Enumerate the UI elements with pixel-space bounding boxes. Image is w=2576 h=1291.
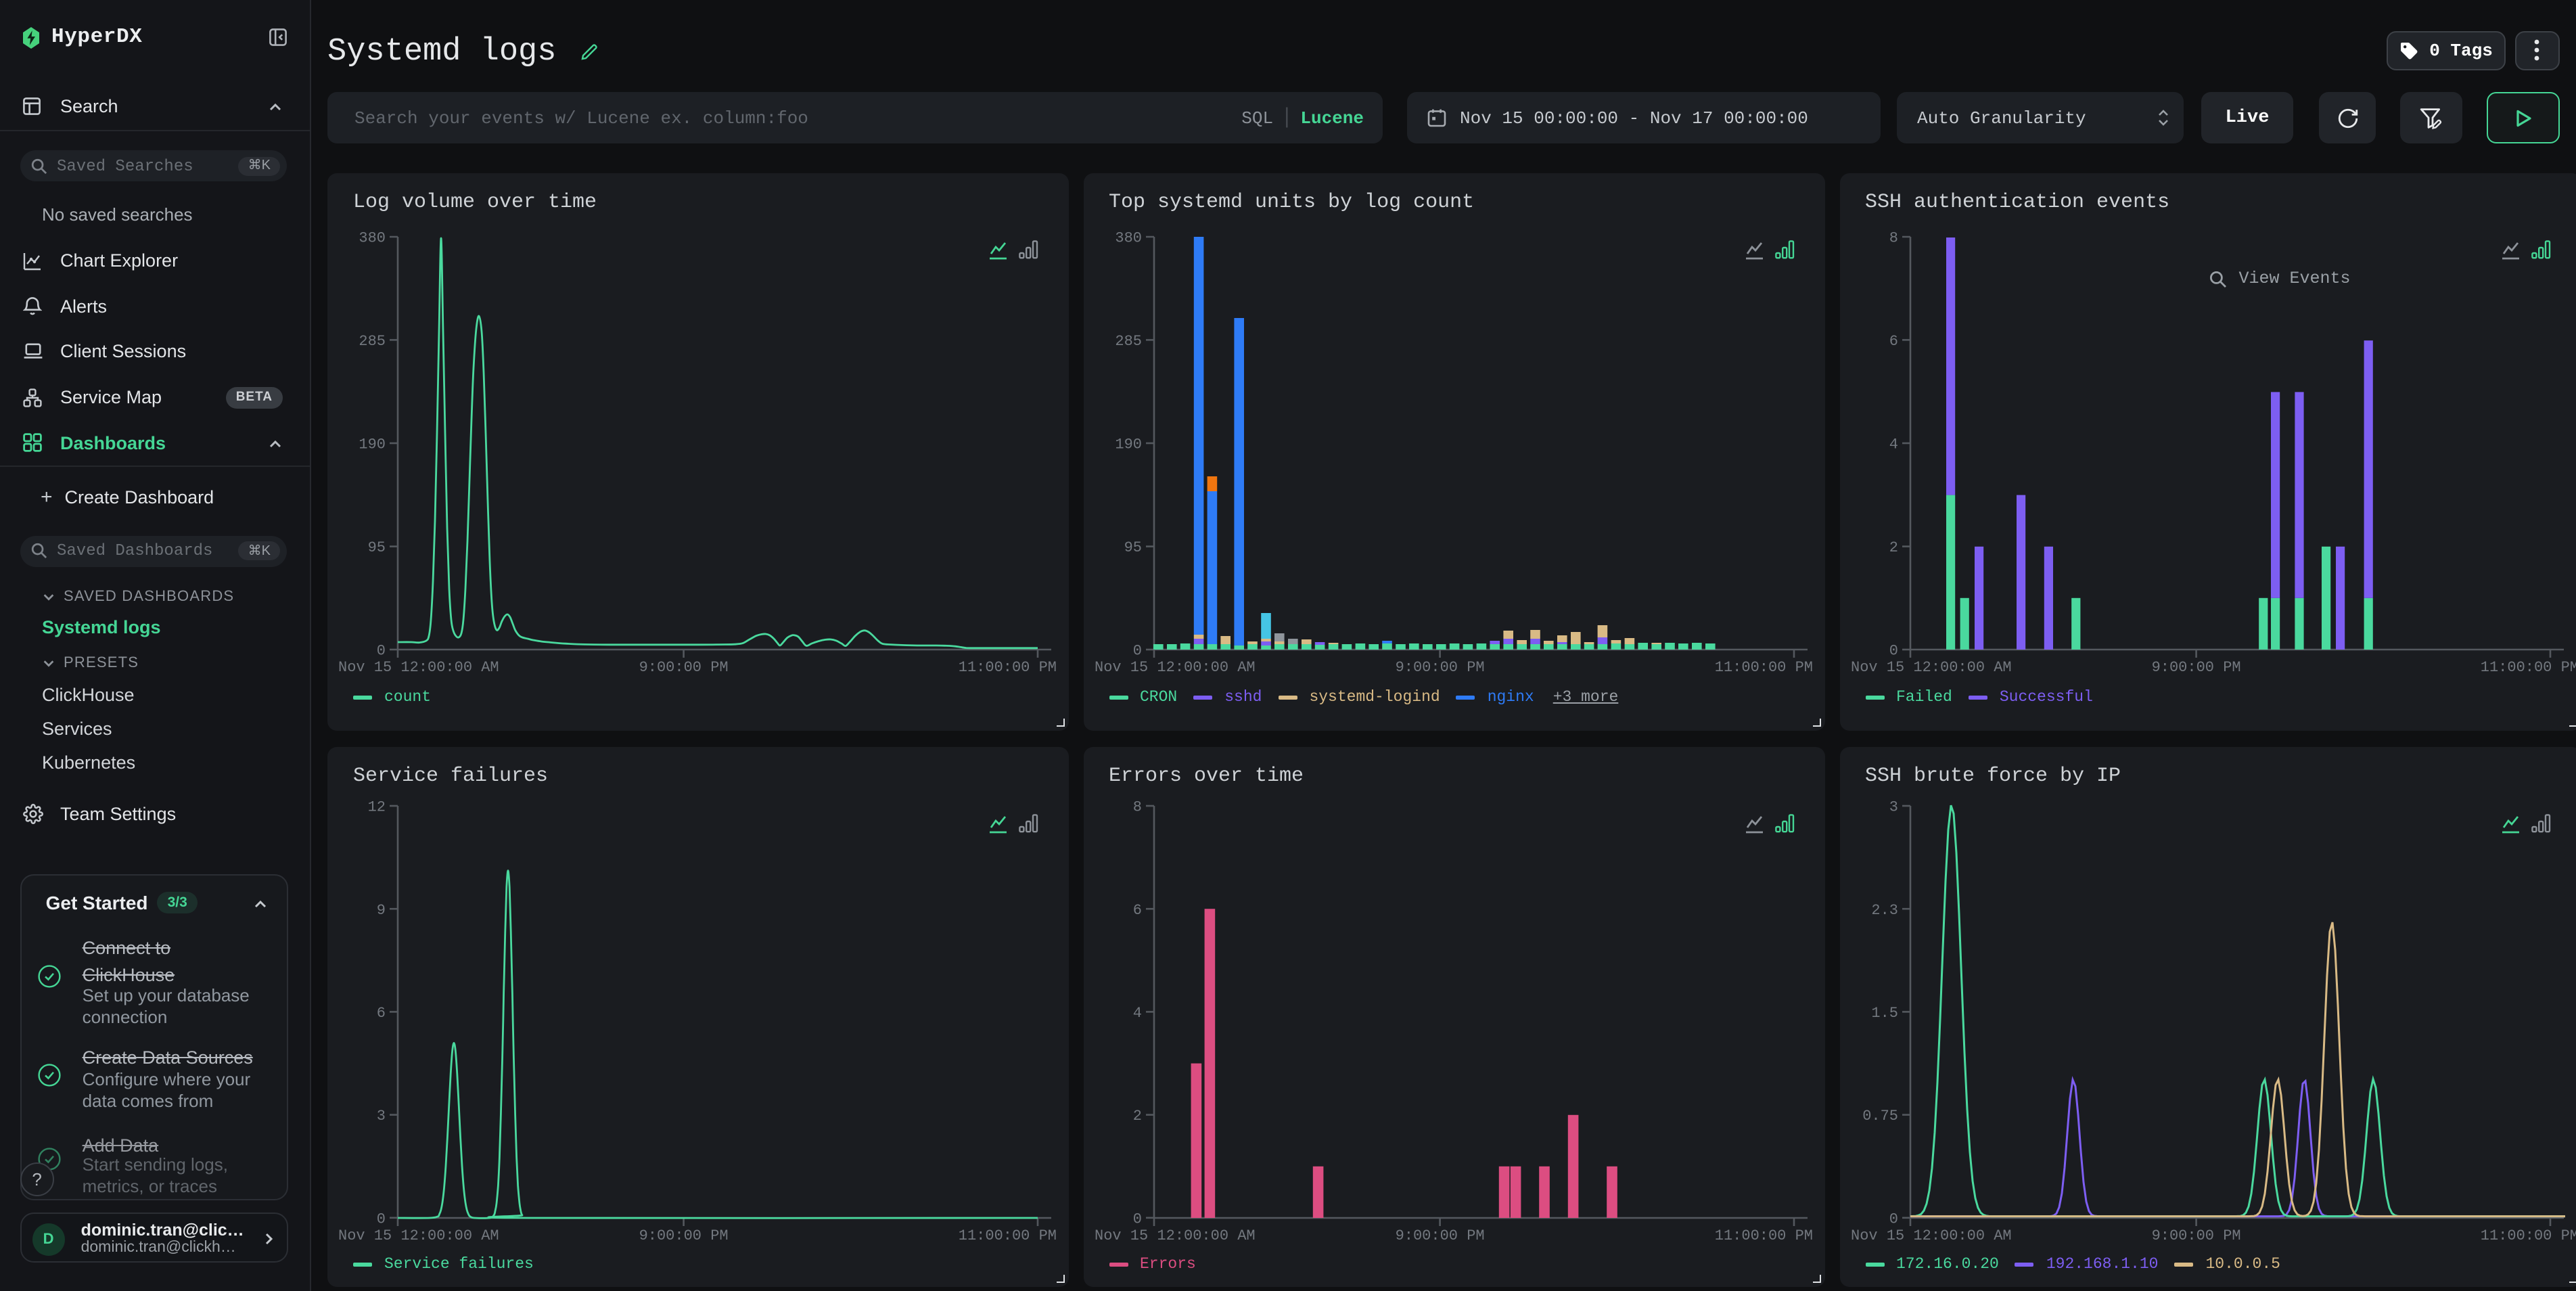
svg-text:0: 0 [377, 643, 386, 660]
svg-text:4: 4 [1889, 436, 1898, 453]
svg-text:2: 2 [1132, 1108, 1141, 1125]
svg-text:9:00:00 PM: 9:00:00 PM [1395, 659, 1484, 676]
svg-text:Nov 15 12:00:00 AM: Nov 15 12:00:00 AM [338, 659, 499, 676]
svg-text:11:00:00 PM: 11:00:00 PM [959, 1227, 1057, 1244]
svg-text:3: 3 [1889, 799, 1898, 816]
svg-text:8: 8 [1889, 230, 1898, 247]
svg-text:Nov 15 12:00:00 AM: Nov 15 12:00:00 AM [1094, 1227, 1255, 1244]
svg-text:2.3: 2.3 [1870, 902, 1898, 919]
svg-text:1.5: 1.5 [1870, 1005, 1898, 1022]
svg-text:6: 6 [1132, 902, 1141, 919]
svg-text:4: 4 [1132, 1005, 1141, 1022]
svg-text:95: 95 [368, 539, 386, 556]
svg-text:0.75: 0.75 [1862, 1108, 1898, 1125]
svg-text:0: 0 [377, 1210, 386, 1227]
svg-text:9:00:00 PM: 9:00:00 PM [2151, 659, 2240, 676]
svg-text:11:00:00 PM: 11:00:00 PM [2480, 659, 2576, 676]
svg-text:Nov 15 12:00:00 AM: Nov 15 12:00:00 AM [1850, 1227, 2011, 1244]
svg-text:11:00:00 PM: 11:00:00 PM [1714, 659, 1812, 676]
svg-text:2: 2 [1889, 539, 1898, 556]
svg-text:8: 8 [1132, 799, 1141, 816]
svg-text:95: 95 [1124, 539, 1141, 556]
svg-text:9:00:00 PM: 9:00:00 PM [639, 1227, 729, 1244]
svg-text:9: 9 [377, 902, 386, 919]
svg-text:11:00:00 PM: 11:00:00 PM [2480, 1227, 2576, 1244]
svg-text:9:00:00 PM: 9:00:00 PM [639, 659, 729, 676]
svg-text:12: 12 [368, 799, 386, 816]
svg-text:190: 190 [1114, 436, 1141, 453]
svg-text:Nov 15 12:00:00 AM: Nov 15 12:00:00 AM [1094, 659, 1255, 676]
svg-text:3: 3 [377, 1108, 386, 1125]
svg-text:380: 380 [359, 230, 386, 247]
svg-text:9:00:00 PM: 9:00:00 PM [1395, 1227, 1484, 1244]
svg-text:285: 285 [1114, 333, 1141, 350]
svg-text:285: 285 [359, 333, 386, 350]
svg-text:Nov 15 12:00:00 AM: Nov 15 12:00:00 AM [338, 1227, 499, 1244]
svg-text:6: 6 [377, 1005, 386, 1022]
svg-text:0: 0 [1132, 1210, 1141, 1227]
svg-text:380: 380 [1114, 230, 1141, 247]
svg-text:0: 0 [1889, 643, 1898, 660]
svg-text:Nov 15 12:00:00 AM: Nov 15 12:00:00 AM [1850, 659, 2011, 676]
svg-text:9:00:00 PM: 9:00:00 PM [2151, 1227, 2240, 1244]
svg-text:11:00:00 PM: 11:00:00 PM [959, 659, 1057, 676]
svg-text:0: 0 [1132, 643, 1141, 660]
svg-text:6: 6 [1889, 333, 1898, 350]
svg-text:190: 190 [359, 436, 386, 453]
svg-text:0: 0 [1889, 1210, 1898, 1227]
svg-text:11:00:00 PM: 11:00:00 PM [1714, 1227, 1812, 1244]
